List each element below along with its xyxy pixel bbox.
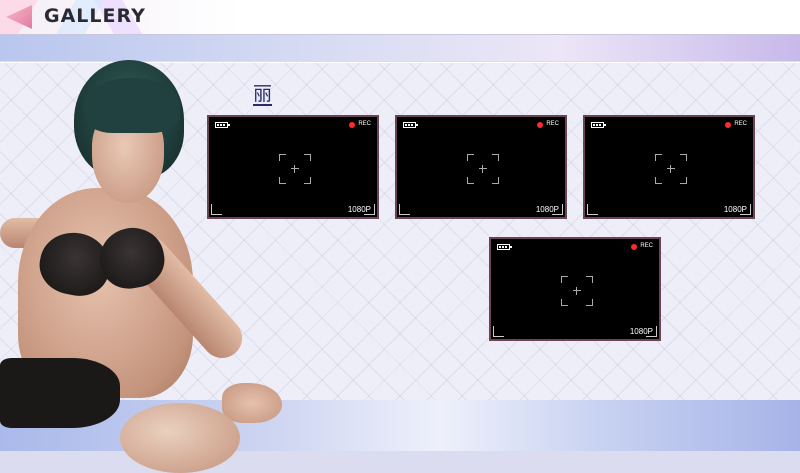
character-leg xyxy=(120,403,240,473)
gallery-thumbnail[interactable]: REC 1080P xyxy=(489,237,661,341)
battery-icon xyxy=(403,122,418,128)
character-clothing xyxy=(0,358,120,428)
focus-frame-icon xyxy=(561,276,593,306)
rec-label: REC xyxy=(734,121,747,127)
frame-corner-icon xyxy=(211,204,222,215)
record-dot-icon xyxy=(725,122,731,128)
rec-label: REC xyxy=(640,243,653,249)
character-hand xyxy=(222,383,282,423)
resolution-label: 1080P xyxy=(629,327,653,336)
rec-label: REC xyxy=(546,121,559,127)
gallery-thumbnail[interactable]: REC 1080P xyxy=(207,115,379,219)
rec-label: REC xyxy=(358,121,371,127)
focus-frame-icon xyxy=(467,154,499,184)
gallery-thumbnail[interactable]: REC 1080P xyxy=(583,115,755,219)
gallery-thumbnail[interactable]: REC 1080P xyxy=(395,115,567,219)
character-fringe xyxy=(84,78,180,133)
resolution-label: 1080P xyxy=(347,205,371,214)
focus-frame-icon xyxy=(279,154,311,184)
frame-corner-icon xyxy=(587,204,598,215)
record-dot-icon xyxy=(349,122,355,128)
top-bar: GALLERY xyxy=(0,0,800,35)
battery-icon xyxy=(591,122,606,128)
page-title: GALLERY xyxy=(44,5,146,27)
focus-frame-icon xyxy=(655,154,687,184)
resolution-label: 1080P xyxy=(535,205,559,214)
frame-corner-icon xyxy=(399,204,410,215)
frame-corner-icon xyxy=(493,326,504,337)
record-dot-icon xyxy=(537,122,543,128)
resolution-label: 1080P xyxy=(723,205,747,214)
character-name-label: 丽 xyxy=(253,83,273,106)
record-dot-icon xyxy=(631,244,637,250)
battery-icon xyxy=(497,244,512,250)
battery-icon xyxy=(215,122,230,128)
